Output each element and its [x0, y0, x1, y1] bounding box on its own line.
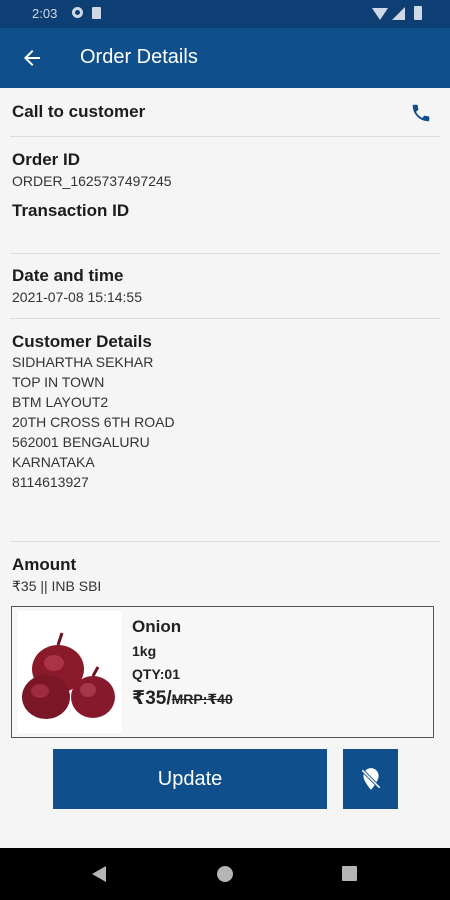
system-navigation-bar — [0, 848, 450, 900]
customer-line: 562001 BENGALURU — [12, 434, 150, 450]
location-off-button[interactable] — [343, 749, 398, 809]
product-price: ₹35/MRP:₹40 — [132, 687, 233, 710]
customer-address: SIDHARTHA SEKHAR TOP IN TOWN BTM LAYOUT2… — [12, 352, 175, 492]
divider — [10, 136, 440, 137]
nav-back-icon[interactable] — [92, 866, 106, 882]
sd-card-icon — [92, 7, 101, 19]
phone-icon[interactable] — [410, 102, 432, 124]
product-name: Onion — [132, 617, 182, 636]
transaction-id-label: Transaction ID — [12, 201, 130, 220]
product-image — [18, 611, 122, 733]
date-time-value: 2021-07-08 15:14:55 — [12, 289, 142, 305]
location-off-icon — [360, 768, 381, 790]
customer-line: SIDHARTHA SEKHAR — [12, 354, 154, 370]
customer-phone: 8114613927 — [12, 474, 89, 490]
wifi-icon — [372, 8, 388, 20]
nav-recents-icon[interactable] — [342, 866, 357, 881]
product-weight: 1kg — [132, 643, 157, 659]
product-quantity: QTY:01 — [132, 666, 180, 682]
order-id-label: Order ID — [12, 150, 81, 169]
divider — [10, 253, 440, 254]
app-bar: Order Details — [0, 28, 450, 88]
update-button[interactable]: Update — [53, 749, 327, 809]
customer-line: TOP IN TOWN — [12, 374, 105, 390]
date-time-label: Date and time — [12, 266, 124, 285]
customer-line: BTM LAYOUT2 — [12, 394, 109, 410]
status-bar: 2:03 — [0, 0, 450, 28]
amount-label: Amount — [12, 555, 77, 574]
nav-home-icon[interactable] — [217, 866, 233, 882]
customer-line: 20TH CROSS 6TH ROAD — [12, 414, 175, 430]
page-title: Order Details — [80, 46, 198, 68]
amount-value: ₹35 || INB SBI — [12, 578, 102, 594]
settings-icon — [72, 7, 83, 18]
order-id-value: ORDER_1625737497245 — [12, 173, 172, 189]
customer-details-label: Customer Details — [12, 332, 152, 351]
onion-image — [18, 611, 122, 733]
arrow-left-icon[interactable] — [20, 46, 44, 70]
customer-line: KARNATAKA — [12, 454, 95, 470]
divider — [10, 318, 440, 319]
status-time: 2:03 — [32, 6, 58, 21]
call-to-customer-label[interactable]: Call to customer — [12, 102, 145, 122]
divider — [10, 541, 440, 542]
price-value: ₹35/ — [132, 688, 172, 709]
battery-icon — [414, 6, 422, 20]
product-card: Onion 1kg QTY:01 ₹35/MRP:₹40 — [11, 606, 434, 738]
product-mrp: MRP:₹40 — [171, 691, 233, 707]
signal-icon — [392, 7, 405, 20]
